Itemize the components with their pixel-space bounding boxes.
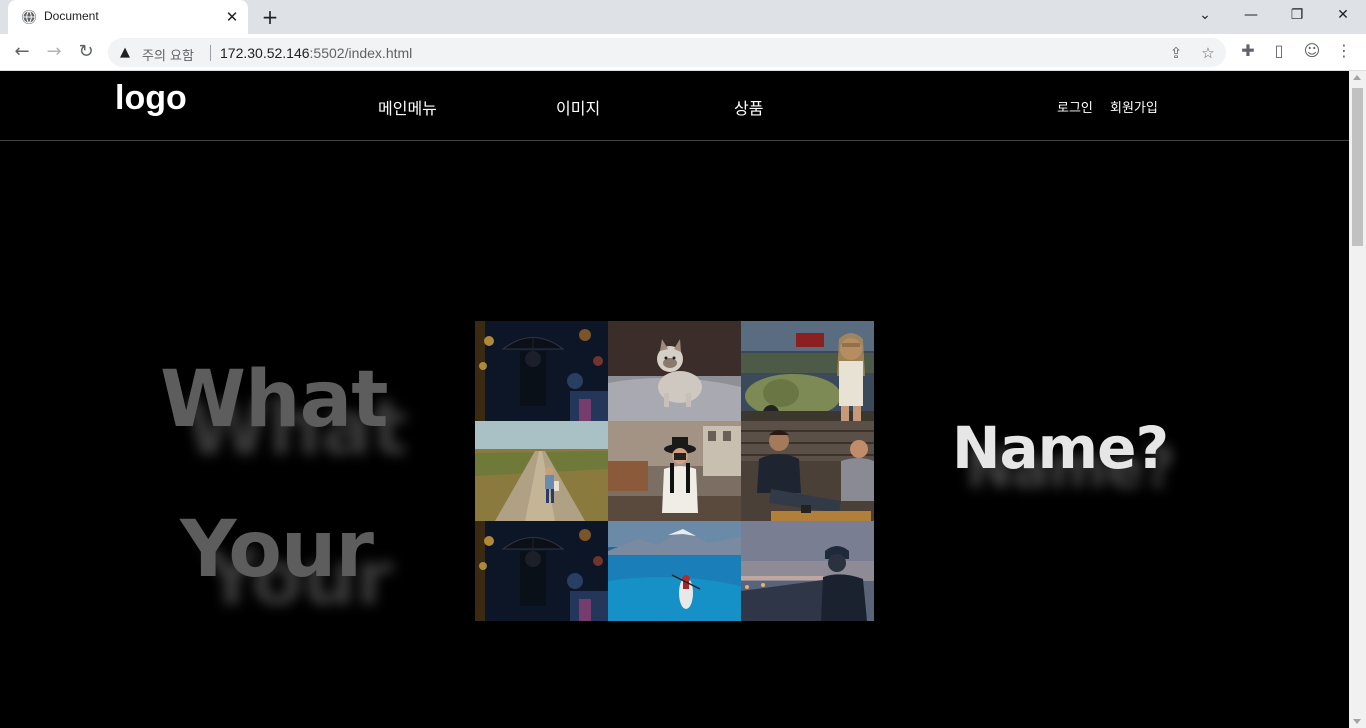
plus-icon[interactable]: +: [258, 5, 282, 29]
reload-icon[interactable]: ↻: [74, 40, 98, 64]
scroll-down-icon[interactable]: [1353, 719, 1361, 724]
warning-icon[interactable]: ▲: [120, 45, 130, 60]
url-text[interactable]: 172.30.52.146:5502/index.html: [220, 45, 412, 61]
menu-icon[interactable]: ⋮: [1333, 40, 1355, 62]
scroll-up-icon[interactable]: [1353, 75, 1361, 80]
share-icon[interactable]: ⇪: [1166, 43, 1186, 63]
web-page: logo 메인메뉴 이미지 상품 로그인 회원가입 What What Your…: [0, 71, 1349, 728]
profile-icon[interactable]: ☺: [1301, 40, 1323, 62]
star-icon[interactable]: ☆: [1198, 43, 1218, 63]
extensions-icon[interactable]: ✚: [1237, 40, 1259, 62]
side-panel-icon[interactable]: ▯: [1268, 40, 1290, 62]
gallery-image[interactable]: [741, 321, 874, 421]
url-path: :5502/index.html: [309, 45, 413, 61]
divider: [210, 45, 211, 61]
globe-icon: [22, 10, 36, 24]
hero-word-name: Name?: [952, 414, 1169, 482]
nav-item-images[interactable]: 이미지: [556, 95, 600, 119]
login-link[interactable]: 로그인: [1057, 97, 1093, 116]
chevron-down-icon[interactable]: ⌄: [1182, 0, 1228, 32]
signup-link[interactable]: 회원가입: [1110, 97, 1158, 116]
site-header: logo 메인메뉴 이미지 상품 로그인 회원가입: [0, 71, 1349, 141]
address-bar[interactable]: ▲ 주의 요함 172.30.52.146:5502/index.html ⇪ …: [108, 38, 1226, 67]
security-label[interactable]: 주의 요함: [142, 45, 194, 64]
gallery-image[interactable]: [741, 521, 874, 621]
nav-item-main-menu[interactable]: 메인메뉴: [378, 95, 437, 119]
window-close-icon[interactable]: ✕: [1320, 0, 1366, 32]
hero-word-your: Your: [180, 505, 374, 595]
gallery-image[interactable]: [608, 521, 741, 621]
site-logo[interactable]: logo: [115, 79, 187, 118]
restore-icon[interactable]: ❐: [1274, 0, 1320, 32]
url-host: 172.30.52.146: [220, 45, 310, 61]
gallery-image[interactable]: [475, 321, 608, 421]
minimize-icon[interactable]: —: [1228, 0, 1274, 32]
browser-toolbar: ← → ↻ ▲ 주의 요함 172.30.52.146:5502/index.h…: [0, 34, 1366, 71]
browser-tab[interactable]: Document ✕: [8, 0, 248, 34]
forward-icon[interactable]: →: [42, 40, 66, 64]
gallery-image[interactable]: [608, 321, 741, 421]
gallery-image[interactable]: [475, 421, 608, 521]
gallery-image[interactable]: [475, 521, 608, 621]
gallery-image[interactable]: [608, 421, 741, 521]
page-scrollbar[interactable]: [1349, 71, 1366, 728]
nav-item-products[interactable]: 상품: [734, 95, 763, 119]
tab-title: Document: [44, 9, 99, 23]
hero-word-what: What: [160, 355, 388, 445]
tab-strip: Document ✕ + ⌄ — ❐ ✕: [0, 0, 1366, 34]
gallery-image[interactable]: [741, 421, 874, 521]
back-icon[interactable]: ←: [10, 40, 34, 64]
image-gallery: [475, 321, 874, 621]
scrollbar-thumb[interactable]: [1352, 88, 1363, 246]
close-icon[interactable]: ✕: [224, 9, 240, 25]
